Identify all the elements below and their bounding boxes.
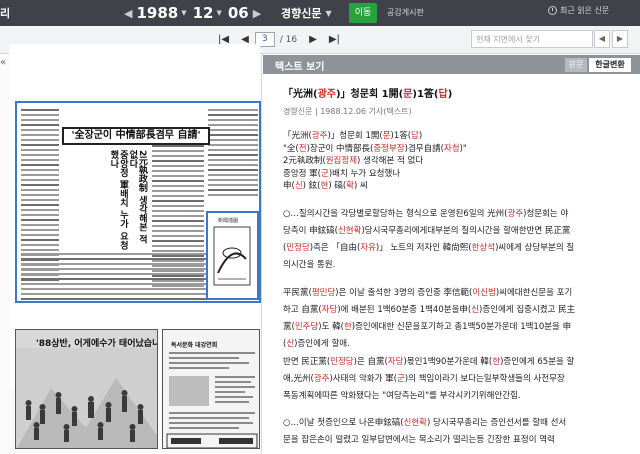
app-title: 리 (0, 7, 11, 20)
article-meta: 경향신문 | 1988.12.06 기사(텍스트) (283, 107, 412, 116)
vertical-headline: 2元執政制 생각해본 적 없다 (127, 150, 147, 244)
vertical-headline: 중앙정 軍배치 누가 요청했나 (108, 150, 128, 250)
ad-body-image (166, 352, 258, 448)
clock-icon (548, 6, 557, 15)
tab-original[interactable]: 원문 (565, 58, 587, 72)
last-page-icon[interactable]: ▶| (323, 34, 346, 45)
move-button[interactable]: 이동 (349, 3, 377, 23)
page-search-input[interactable] (471, 30, 593, 48)
text-view-panel: 텍스트 보기 원문 한글변환 「光洲(광주)」청문회 1開(문)1答(답) 경향… (263, 55, 640, 454)
subhead-line: 중앙정 軍(군)배치 누가 요청했나 (283, 168, 401, 179)
article-illustration[interactable]: 新聞插圖 (206, 211, 259, 300)
chevron-down-icon[interactable]: ▼ (181, 9, 186, 17)
advertisement-lecture[interactable]: 독서문화 대강연회 (162, 329, 260, 449)
tab-hangul-convert[interactable]: 한글변환 (589, 58, 631, 72)
recent-papers-label: 최근 읽은 신문 (560, 6, 610, 15)
top-bar: 리 ◀ 1988 ▼ 12 ▼ 06 ▶ 경향신문 ▼ 이동 공감게시판 최근 … (0, 0, 640, 26)
next-page-icon[interactable]: ▶ (303, 34, 323, 45)
article-paragraph: 平民黨(평민당)은 이날 출석한 3명의 증인중 李信範(이신범)씨에대한신문을… (283, 288, 576, 349)
search-prev-icon[interactable]: ◀ (594, 30, 610, 48)
article-paragraph: 반면 民正黨(민정당)은 自黨(자당)몫인1백90분가운데 韓(한)증인에게 6… (283, 357, 575, 401)
recent-papers-link[interactable]: 최근 읽은 신문 (548, 5, 609, 16)
article-headline: '全장군이 中情部長겸무 自請' (62, 127, 210, 145)
article-subheads: 「光洲(광주)」청문회 1開(문)1答(답) "全(전)장군이 中情部長(중정부… (283, 130, 467, 193)
panel-title: 텍스트 보기 (275, 62, 325, 73)
next-date-icon[interactable]: ▶ (249, 7, 265, 20)
ad-headline: 독서문화 대강연회 (171, 342, 218, 349)
advertisement-figures[interactable]: '88상반, 어게에수가 태어났습니다. (15, 329, 158, 449)
search-next-icon[interactable]: ▶ (612, 30, 628, 48)
illustration-caption: 新聞插圖 (218, 218, 239, 224)
newspaper-name: 경향신문 (281, 7, 322, 20)
collapse-panel-icon[interactable]: « (0, 57, 6, 68)
chevron-down-icon: ▼ (325, 8, 332, 18)
subhead-line: 申(신) 鉉(현) 碻(확) 씨 (283, 181, 368, 191)
subhead-line: 2元執政制(원집정제) 생각해본 적 없다 (283, 156, 424, 166)
article-title: 「光洲(광주)」청문회 1開(문)1答(답) (283, 89, 453, 100)
panel-header: 텍스트 보기 원문 한글변환 (263, 55, 640, 74)
year-select[interactable]: 1988 (136, 4, 178, 22)
total-pages: / 16 (279, 34, 298, 45)
subhead-line: 「光洲(광주)」청문회 1開(문)1答(답) (283, 131, 423, 141)
article-paragraph: ○…질의시간을 각당별로할당하는 형식으로 운영된6일의 光州(광주)청문회는 … (283, 209, 575, 270)
newspaper-select[interactable]: 경향신문 ▼ (281, 3, 332, 23)
figurines-image (16, 348, 157, 448)
date-selector: ◀ 1988 ▼ 12 ▼ 06 ▶ (124, 2, 265, 24)
chevron-down-icon[interactable]: ▼ (216, 9, 221, 17)
text-column (21, 253, 211, 301)
day-select[interactable]: 06 (228, 4, 249, 22)
prev-date-icon[interactable]: ◀ (124, 7, 136, 20)
calendar-link[interactable]: 공감게시판 (387, 7, 424, 18)
month-select[interactable]: 12 (193, 4, 214, 22)
text-column (208, 109, 258, 199)
subhead-line: "全(전)장군이 中情部長(중정부장)겸무自請(자청)" (283, 143, 467, 154)
article-paragraph: ○…이날 첫증인으로 나온申鉉碻(신현확) 당시국무총리는 증인선서를 할때 선… (283, 418, 567, 445)
illustration-image (213, 226, 251, 286)
